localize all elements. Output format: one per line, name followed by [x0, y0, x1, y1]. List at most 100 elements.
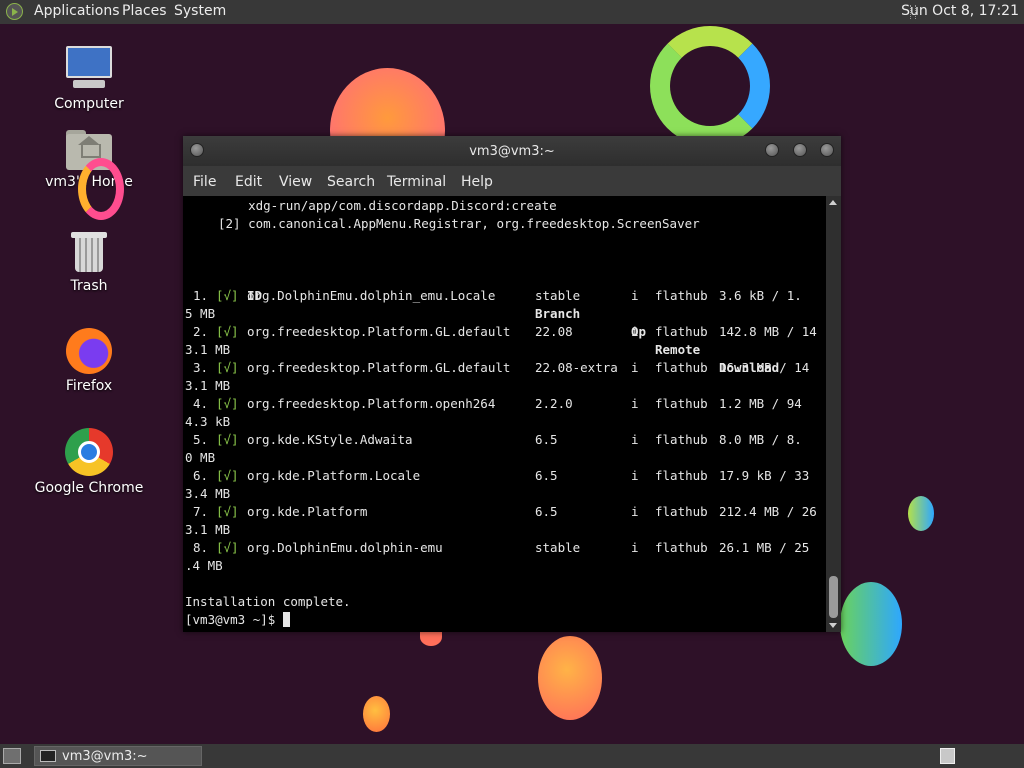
firefox-icon [66, 328, 112, 374]
clock[interactable]: Sun Oct 8, 17:21 [901, 3, 1019, 19]
scroll-up-arrow-icon[interactable] [829, 200, 837, 205]
row-id: org.kde.Platform.Locale [247, 468, 421, 483]
row-branch: 22.08 [535, 324, 573, 339]
row-id: org.freedesktop.Platform.openh264 [247, 396, 496, 411]
computer-icon [65, 46, 113, 92]
workspace-switcher[interactable] [940, 748, 955, 764]
desktop-icon-label: Trash [70, 278, 108, 294]
row-branch: 2.2.0 [535, 396, 573, 411]
window-title: vm3@vm3:~ [469, 144, 555, 159]
row-remote: flathub [655, 360, 708, 375]
row-op: i [631, 432, 639, 447]
menu-applications[interactable]: Applications [34, 3, 120, 19]
wallpaper-shape [840, 582, 902, 666]
desktop-icon-label: Google Chrome [34, 480, 144, 496]
row-num: 4. [193, 396, 209, 411]
row-num: 3. [193, 360, 209, 375]
row-remote: flathub [655, 324, 708, 339]
row-remote: flathub [655, 504, 708, 519]
terminal-window[interactable]: vm3@vm3:~ File Edit View Search Terminal… [183, 136, 841, 632]
row-wrap: .4 MB [185, 558, 223, 573]
row-remote: flathub [655, 288, 708, 303]
menu-places[interactable]: Places [122, 3, 167, 19]
wallpaper-shape [538, 636, 602, 720]
row-check: [√] [216, 360, 239, 375]
row-wrap: 0 MB [185, 450, 216, 465]
row-num: 1. [193, 288, 209, 303]
wallpaper-ring [78, 158, 124, 220]
row-check: [√] [216, 288, 239, 303]
text-cursor [282, 612, 290, 627]
row-download: 26.1 MB / 25 [719, 540, 810, 555]
distro-logo-icon[interactable] [6, 3, 23, 20]
row-download: 17.9 kB / 33 [719, 468, 810, 483]
row-wrap: 3.1 MB [185, 378, 231, 393]
maximize-button[interactable] [793, 143, 807, 157]
row-num: 8. [193, 540, 209, 555]
row-check: [√] [216, 432, 239, 447]
show-desktop-icon[interactable] [3, 748, 21, 764]
menu-system[interactable]: System [174, 3, 226, 19]
row-branch: 6.5 [535, 432, 558, 447]
desktop-icon-label: Computer [54, 96, 124, 112]
menu-terminal[interactable]: Terminal [387, 174, 446, 190]
row-check: [√] [216, 540, 239, 555]
row-op: i [631, 360, 639, 375]
desktop-icon-firefox[interactable]: Firefox [34, 328, 144, 394]
row-op: i [631, 504, 639, 519]
taskbar-item-terminal[interactable]: vm3@vm3:~ [34, 746, 202, 766]
row-download: 1.2 MB / 94 [719, 396, 802, 411]
row-branch: stable [535, 540, 581, 555]
row-op: i [631, 468, 639, 483]
terminal-menubar: File Edit View Search Terminal Help [183, 166, 841, 196]
trash-icon [71, 230, 107, 274]
menu-view[interactable]: View [279, 174, 312, 190]
menu-search[interactable]: Search [327, 174, 375, 190]
row-wrap: 5 MB [185, 306, 216, 321]
row-op: i [631, 396, 639, 411]
menu-help[interactable]: Help [461, 174, 493, 190]
row-check: [√] [216, 324, 239, 339]
row-op: i [631, 288, 639, 303]
terminal-icon [40, 750, 56, 762]
row-id: org.kde.KStyle.Adwaita [247, 432, 413, 447]
header-remote: Remote [655, 342, 701, 357]
scrollbar-thumb[interactable] [829, 576, 838, 618]
desktop-icon-label: Firefox [65, 378, 113, 394]
row-download: 3.6 kB / 1. [719, 288, 802, 303]
scroll-down-arrow-icon[interactable] [829, 623, 837, 628]
close-button[interactable] [820, 143, 834, 157]
desktop-icon-trash[interactable]: Trash [34, 230, 144, 294]
row-id: org.kde.Platform [247, 504, 368, 519]
row-wrap: 3.4 MB [185, 486, 231, 501]
row-wrap: 3.1 MB [185, 342, 231, 357]
row-id: org.DolphinEmu.dolphin_emu.Locale [247, 288, 496, 303]
row-num: 6. [193, 468, 209, 483]
row-branch: 22.08-extra [535, 360, 618, 375]
row-remote: flathub [655, 432, 708, 447]
row-download: 16.3 MB / 14 [719, 360, 810, 375]
shell-prompt: [vm3@vm3 ~]$ [185, 612, 283, 627]
wallpaper-shape [908, 496, 934, 531]
prompt-line[interactable]: [vm3@vm3 ~]$ [185, 611, 290, 629]
row-num: 2. [193, 324, 209, 339]
desktop-icon-computer[interactable]: Computer [34, 46, 144, 112]
menu-edit[interactable]: Edit [235, 174, 262, 190]
terminal-scrollbar[interactable] [826, 196, 841, 632]
row-num: 7. [193, 504, 209, 519]
menu-file[interactable]: File [193, 174, 216, 190]
row-op: i [631, 540, 639, 555]
header-branch: Branch [535, 306, 581, 321]
desktop-icon-chrome[interactable]: Google Chrome [34, 428, 144, 496]
terminal-line: xdg-run/app/com.discordapp.Discord:creat… [218, 198, 557, 213]
bottom-panel: vm3@vm3:~ [0, 744, 1024, 768]
row-id: org.freedesktop.Platform.GL.default [247, 324, 511, 339]
window-titlebar[interactable]: vm3@vm3:~ [183, 136, 841, 166]
row-op: i [631, 324, 639, 339]
row-download: 142.8 MB / 14 [719, 324, 817, 339]
minimize-button[interactable] [765, 143, 779, 157]
terminal-output[interactable]: xdg-run/app/com.discordapp.Discord:creat… [183, 196, 826, 632]
status-line: Installation complete. [185, 594, 351, 609]
chrome-icon [65, 428, 113, 476]
row-wrap: 3.1 MB [185, 522, 231, 537]
